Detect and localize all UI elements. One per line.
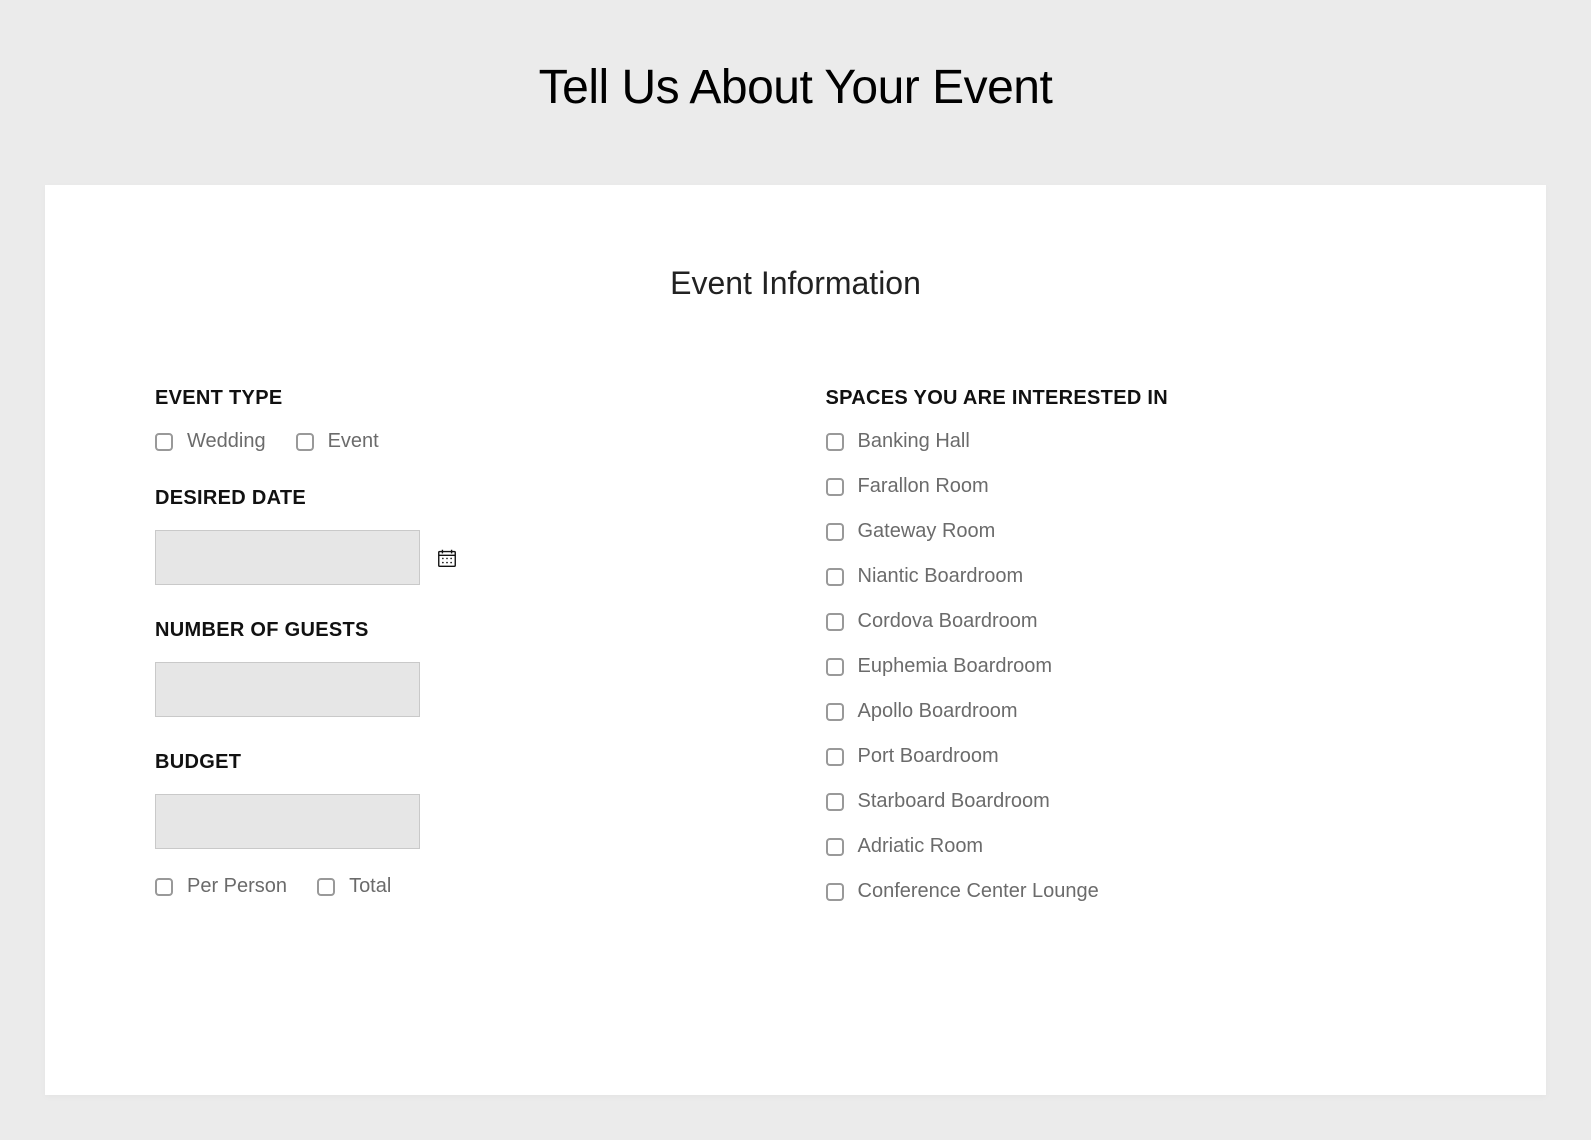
event-type-wedding-option[interactable]: Wedding bbox=[155, 430, 266, 453]
checkbox-icon[interactable] bbox=[826, 568, 844, 586]
budget-per-person-option[interactable]: Per Person bbox=[155, 875, 287, 898]
desired-date-group: DESIRED DATE bbox=[155, 487, 766, 585]
checkbox-icon[interactable] bbox=[826, 523, 844, 541]
form-columns: EVENT TYPE Wedding Event DESIRED DATE bbox=[155, 387, 1436, 932]
calendar-icon[interactable] bbox=[436, 547, 458, 569]
checkbox-icon[interactable] bbox=[826, 658, 844, 676]
page-title: Tell Us About Your Event bbox=[45, 60, 1546, 115]
space-option-label: Niantic Boardroom bbox=[858, 565, 1024, 588]
right-column: SPACES YOU ARE INTERESTED IN Banking Hal… bbox=[826, 387, 1437, 932]
event-type-group: EVENT TYPE Wedding Event bbox=[155, 387, 766, 453]
event-type-event-option[interactable]: Event bbox=[296, 430, 379, 453]
checkbox-icon[interactable] bbox=[826, 748, 844, 766]
checkbox-icon[interactable] bbox=[317, 878, 335, 896]
desired-date-row bbox=[155, 530, 766, 585]
space-option-label: Farallon Room bbox=[858, 475, 989, 498]
space-option-label: Gateway Room bbox=[858, 520, 996, 543]
space-option-label: Conference Center Lounge bbox=[858, 880, 1099, 903]
checkbox-icon[interactable] bbox=[826, 703, 844, 721]
space-option[interactable]: Gateway Room bbox=[826, 520, 1437, 543]
budget-group: BUDGET Per Person Total bbox=[155, 751, 766, 898]
guests-group: NUMBER OF GUESTS bbox=[155, 619, 766, 717]
space-option[interactable]: Adriatic Room bbox=[826, 835, 1437, 858]
checkbox-icon[interactable] bbox=[826, 613, 844, 631]
guests-label: NUMBER OF GUESTS bbox=[155, 619, 766, 642]
space-option[interactable]: Cordova Boardroom bbox=[826, 610, 1437, 633]
section-title: Event Information bbox=[155, 265, 1436, 302]
space-option-label: Starboard Boardroom bbox=[858, 790, 1050, 813]
desired-date-label: DESIRED DATE bbox=[155, 487, 766, 510]
budget-input[interactable] bbox=[155, 794, 420, 849]
spaces-list: Banking Hall Farallon Room Gateway Room Nia… bbox=[826, 430, 1437, 903]
space-option-label: Cordova Boardroom bbox=[858, 610, 1038, 633]
space-option[interactable]: Conference Center Lounge bbox=[826, 880, 1437, 903]
budget-options: Per Person Total bbox=[155, 875, 766, 898]
budget-total-label: Total bbox=[349, 875, 391, 898]
space-option[interactable]: Farallon Room bbox=[826, 475, 1437, 498]
desired-date-input[interactable] bbox=[155, 530, 420, 585]
budget-total-option[interactable]: Total bbox=[317, 875, 391, 898]
checkbox-icon[interactable] bbox=[826, 478, 844, 496]
space-option[interactable]: Niantic Boardroom bbox=[826, 565, 1437, 588]
event-type-options: Wedding Event bbox=[155, 430, 766, 453]
checkbox-icon[interactable] bbox=[155, 878, 173, 896]
event-type-event-label: Event bbox=[328, 430, 379, 453]
budget-label: BUDGET bbox=[155, 751, 766, 774]
spaces-label: SPACES YOU ARE INTERESTED IN bbox=[826, 387, 1437, 410]
left-column: EVENT TYPE Wedding Event DESIRED DATE bbox=[155, 387, 766, 932]
space-option-label: Adriatic Room bbox=[858, 835, 984, 858]
budget-per-person-label: Per Person bbox=[187, 875, 287, 898]
checkbox-icon[interactable] bbox=[826, 838, 844, 856]
space-option-label: Port Boardroom bbox=[858, 745, 999, 768]
space-option[interactable]: Banking Hall bbox=[826, 430, 1437, 453]
guests-input[interactable] bbox=[155, 662, 420, 717]
checkbox-icon[interactable] bbox=[296, 433, 314, 451]
checkbox-icon[interactable] bbox=[826, 883, 844, 901]
checkbox-icon[interactable] bbox=[155, 433, 173, 451]
event-type-wedding-label: Wedding bbox=[187, 430, 266, 453]
checkbox-icon[interactable] bbox=[826, 793, 844, 811]
checkbox-icon[interactable] bbox=[826, 433, 844, 451]
space-option[interactable]: Starboard Boardroom bbox=[826, 790, 1437, 813]
space-option[interactable]: Apollo Boardroom bbox=[826, 700, 1437, 723]
space-option-label: Euphemia Boardroom bbox=[858, 655, 1053, 678]
page-root: Tell Us About Your Event Event Informati… bbox=[0, 0, 1591, 1140]
space-option[interactable]: Port Boardroom bbox=[826, 745, 1437, 768]
event-type-label: EVENT TYPE bbox=[155, 387, 766, 410]
space-option[interactable]: Euphemia Boardroom bbox=[826, 655, 1437, 678]
form-card: Event Information EVENT TYPE Wedding Eve… bbox=[45, 185, 1546, 1095]
space-option-label: Apollo Boardroom bbox=[858, 700, 1018, 723]
space-option-label: Banking Hall bbox=[858, 430, 970, 453]
